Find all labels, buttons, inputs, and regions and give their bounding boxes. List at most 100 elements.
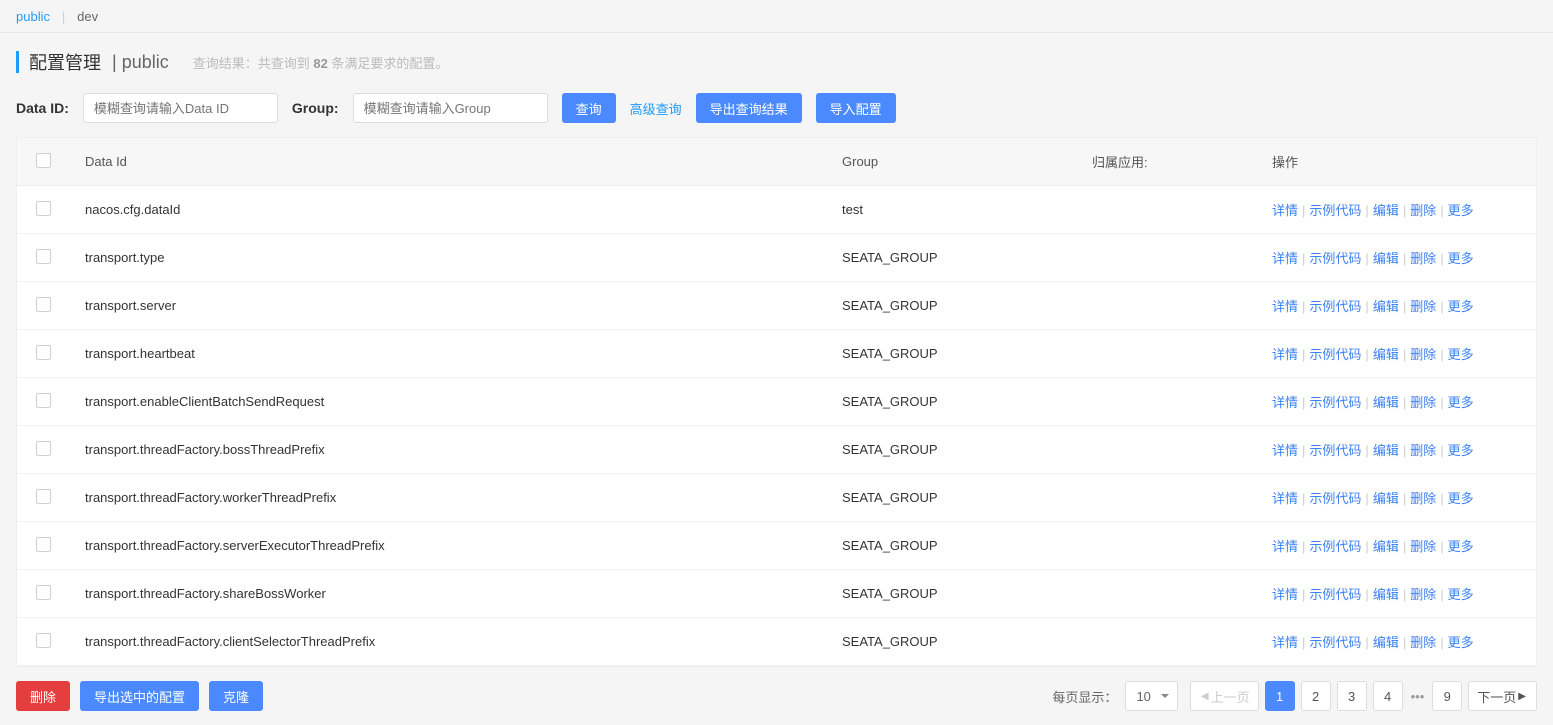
sample-link[interactable]: 示例代码 [1309,443,1361,458]
cell-app [1076,186,1256,234]
detail-link[interactable]: 详情 [1272,395,1298,410]
delete-link[interactable]: 删除 [1410,347,1436,362]
detail-link[interactable]: 详情 [1272,539,1298,554]
edit-link[interactable]: 编辑 [1373,203,1399,218]
more-link[interactable]: 更多 [1448,587,1474,602]
th-ops: 操作 [1256,138,1536,186]
row-checkbox[interactable] [36,201,51,216]
next-page-button[interactable]: 下一页▶ [1468,681,1537,711]
more-link[interactable]: 更多 [1448,299,1474,314]
tab-public[interactable]: public [16,9,50,24]
detail-link[interactable]: 详情 [1272,251,1298,266]
advanced-query-button[interactable]: 高级查询 [630,93,682,123]
more-link[interactable]: 更多 [1448,203,1474,218]
more-link[interactable]: 更多 [1448,395,1474,410]
config-table-wrap: Data Id Group 归属应用: 操作 nacos.cfg.dataIdt… [16,137,1537,667]
row-checkbox[interactable] [36,345,51,360]
delete-link[interactable]: 删除 [1410,443,1436,458]
edit-link[interactable]: 编辑 [1373,395,1399,410]
page-last-button[interactable]: 9 [1432,681,1462,711]
detail-link[interactable]: 详情 [1272,347,1298,362]
more-link[interactable]: 更多 [1448,347,1474,362]
sample-link[interactable]: 示例代码 [1309,491,1361,506]
cell-group: SEATA_GROUP [826,234,1076,282]
page-1-button[interactable]: 1 [1265,681,1295,711]
edit-link[interactable]: 编辑 [1373,443,1399,458]
edit-link[interactable]: 编辑 [1373,251,1399,266]
more-link[interactable]: 更多 [1448,251,1474,266]
tab-dev[interactable]: dev [77,9,98,24]
delete-button[interactable]: 删除 [16,681,70,711]
export-result-button[interactable]: 导出查询结果 [696,93,802,123]
delete-link[interactable]: 删除 [1410,395,1436,410]
row-checkbox[interactable] [36,393,51,408]
detail-link[interactable]: 详情 [1272,635,1298,650]
more-link[interactable]: 更多 [1448,491,1474,506]
edit-link[interactable]: 编辑 [1373,539,1399,554]
sample-link[interactable]: 示例代码 [1309,251,1361,266]
page-2-button[interactable]: 2 [1301,681,1331,711]
sample-link[interactable]: 示例代码 [1309,347,1361,362]
prev-page-button[interactable]: ◀上一页 [1190,681,1259,711]
edit-link[interactable]: 编辑 [1373,299,1399,314]
edit-link[interactable]: 编辑 [1373,635,1399,650]
row-checkbox[interactable] [36,489,51,504]
detail-link[interactable]: 详情 [1272,443,1298,458]
delete-link[interactable]: 删除 [1410,587,1436,602]
cell-group: SEATA_GROUP [826,282,1076,330]
page-4-button[interactable]: 4 [1373,681,1403,711]
sample-link[interactable]: 示例代码 [1309,539,1361,554]
import-config-button[interactable]: 导入配置 [816,93,896,123]
edit-link[interactable]: 编辑 [1373,491,1399,506]
th-group: Group [826,138,1076,186]
more-link[interactable]: 更多 [1448,539,1474,554]
delete-link[interactable]: 删除 [1410,539,1436,554]
group-label: Group: [292,100,339,116]
detail-link[interactable]: 详情 [1272,491,1298,506]
cell-group: SEATA_GROUP [826,570,1076,618]
cell-ops: 详情|示例代码|编辑|删除|更多 [1256,618,1536,666]
clone-button[interactable]: 克隆 [209,681,263,711]
sample-link[interactable]: 示例代码 [1309,395,1361,410]
delete-link[interactable]: 删除 [1410,299,1436,314]
row-checkbox[interactable] [36,633,51,648]
row-checkbox[interactable] [36,537,51,552]
group-input[interactable] [353,93,548,123]
edit-link[interactable]: 编辑 [1373,587,1399,602]
page-3-button[interactable]: 3 [1337,681,1367,711]
edit-link[interactable]: 编辑 [1373,347,1399,362]
dataid-input[interactable] [83,93,278,123]
cell-app [1076,378,1256,426]
chevron-left-icon: ◀ [1201,691,1209,702]
page-namespace: | public [107,52,169,73]
table-row: transport.enableClientBatchSendRequestSE… [17,378,1536,426]
dataid-label: Data ID: [16,100,69,116]
detail-link[interactable]: 详情 [1272,203,1298,218]
row-checkbox[interactable] [36,297,51,312]
delete-link[interactable]: 删除 [1410,491,1436,506]
detail-link[interactable]: 详情 [1272,299,1298,314]
row-checkbox[interactable] [36,441,51,456]
query-button[interactable]: 查询 [562,93,616,123]
sample-link[interactable]: 示例代码 [1309,203,1361,218]
delete-link[interactable]: 删除 [1410,251,1436,266]
select-all-checkbox[interactable] [36,153,51,168]
row-checkbox[interactable] [36,249,51,264]
delete-link[interactable]: 删除 [1410,203,1436,218]
more-link[interactable]: 更多 [1448,635,1474,650]
sample-link[interactable]: 示例代码 [1309,635,1361,650]
detail-link[interactable]: 详情 [1272,587,1298,602]
cell-app [1076,426,1256,474]
sample-link[interactable]: 示例代码 [1309,299,1361,314]
page-size-select[interactable]: 10 [1125,681,1177,711]
cell-dataid: transport.threadFactory.workerThreadPref… [69,474,826,522]
row-checkbox[interactable] [36,585,51,600]
footer-bar: 删除 导出选中的配置 克隆 每页显示： 10 ◀上一页 1 2 3 4 ••• … [0,667,1553,725]
page-title: 配置管理 [29,49,101,75]
cell-dataid: nacos.cfg.dataId [69,186,826,234]
more-link[interactable]: 更多 [1448,443,1474,458]
cell-group: SEATA_GROUP [826,330,1076,378]
delete-link[interactable]: 删除 [1410,635,1436,650]
export-selected-button[interactable]: 导出选中的配置 [80,681,199,711]
sample-link[interactable]: 示例代码 [1309,587,1361,602]
